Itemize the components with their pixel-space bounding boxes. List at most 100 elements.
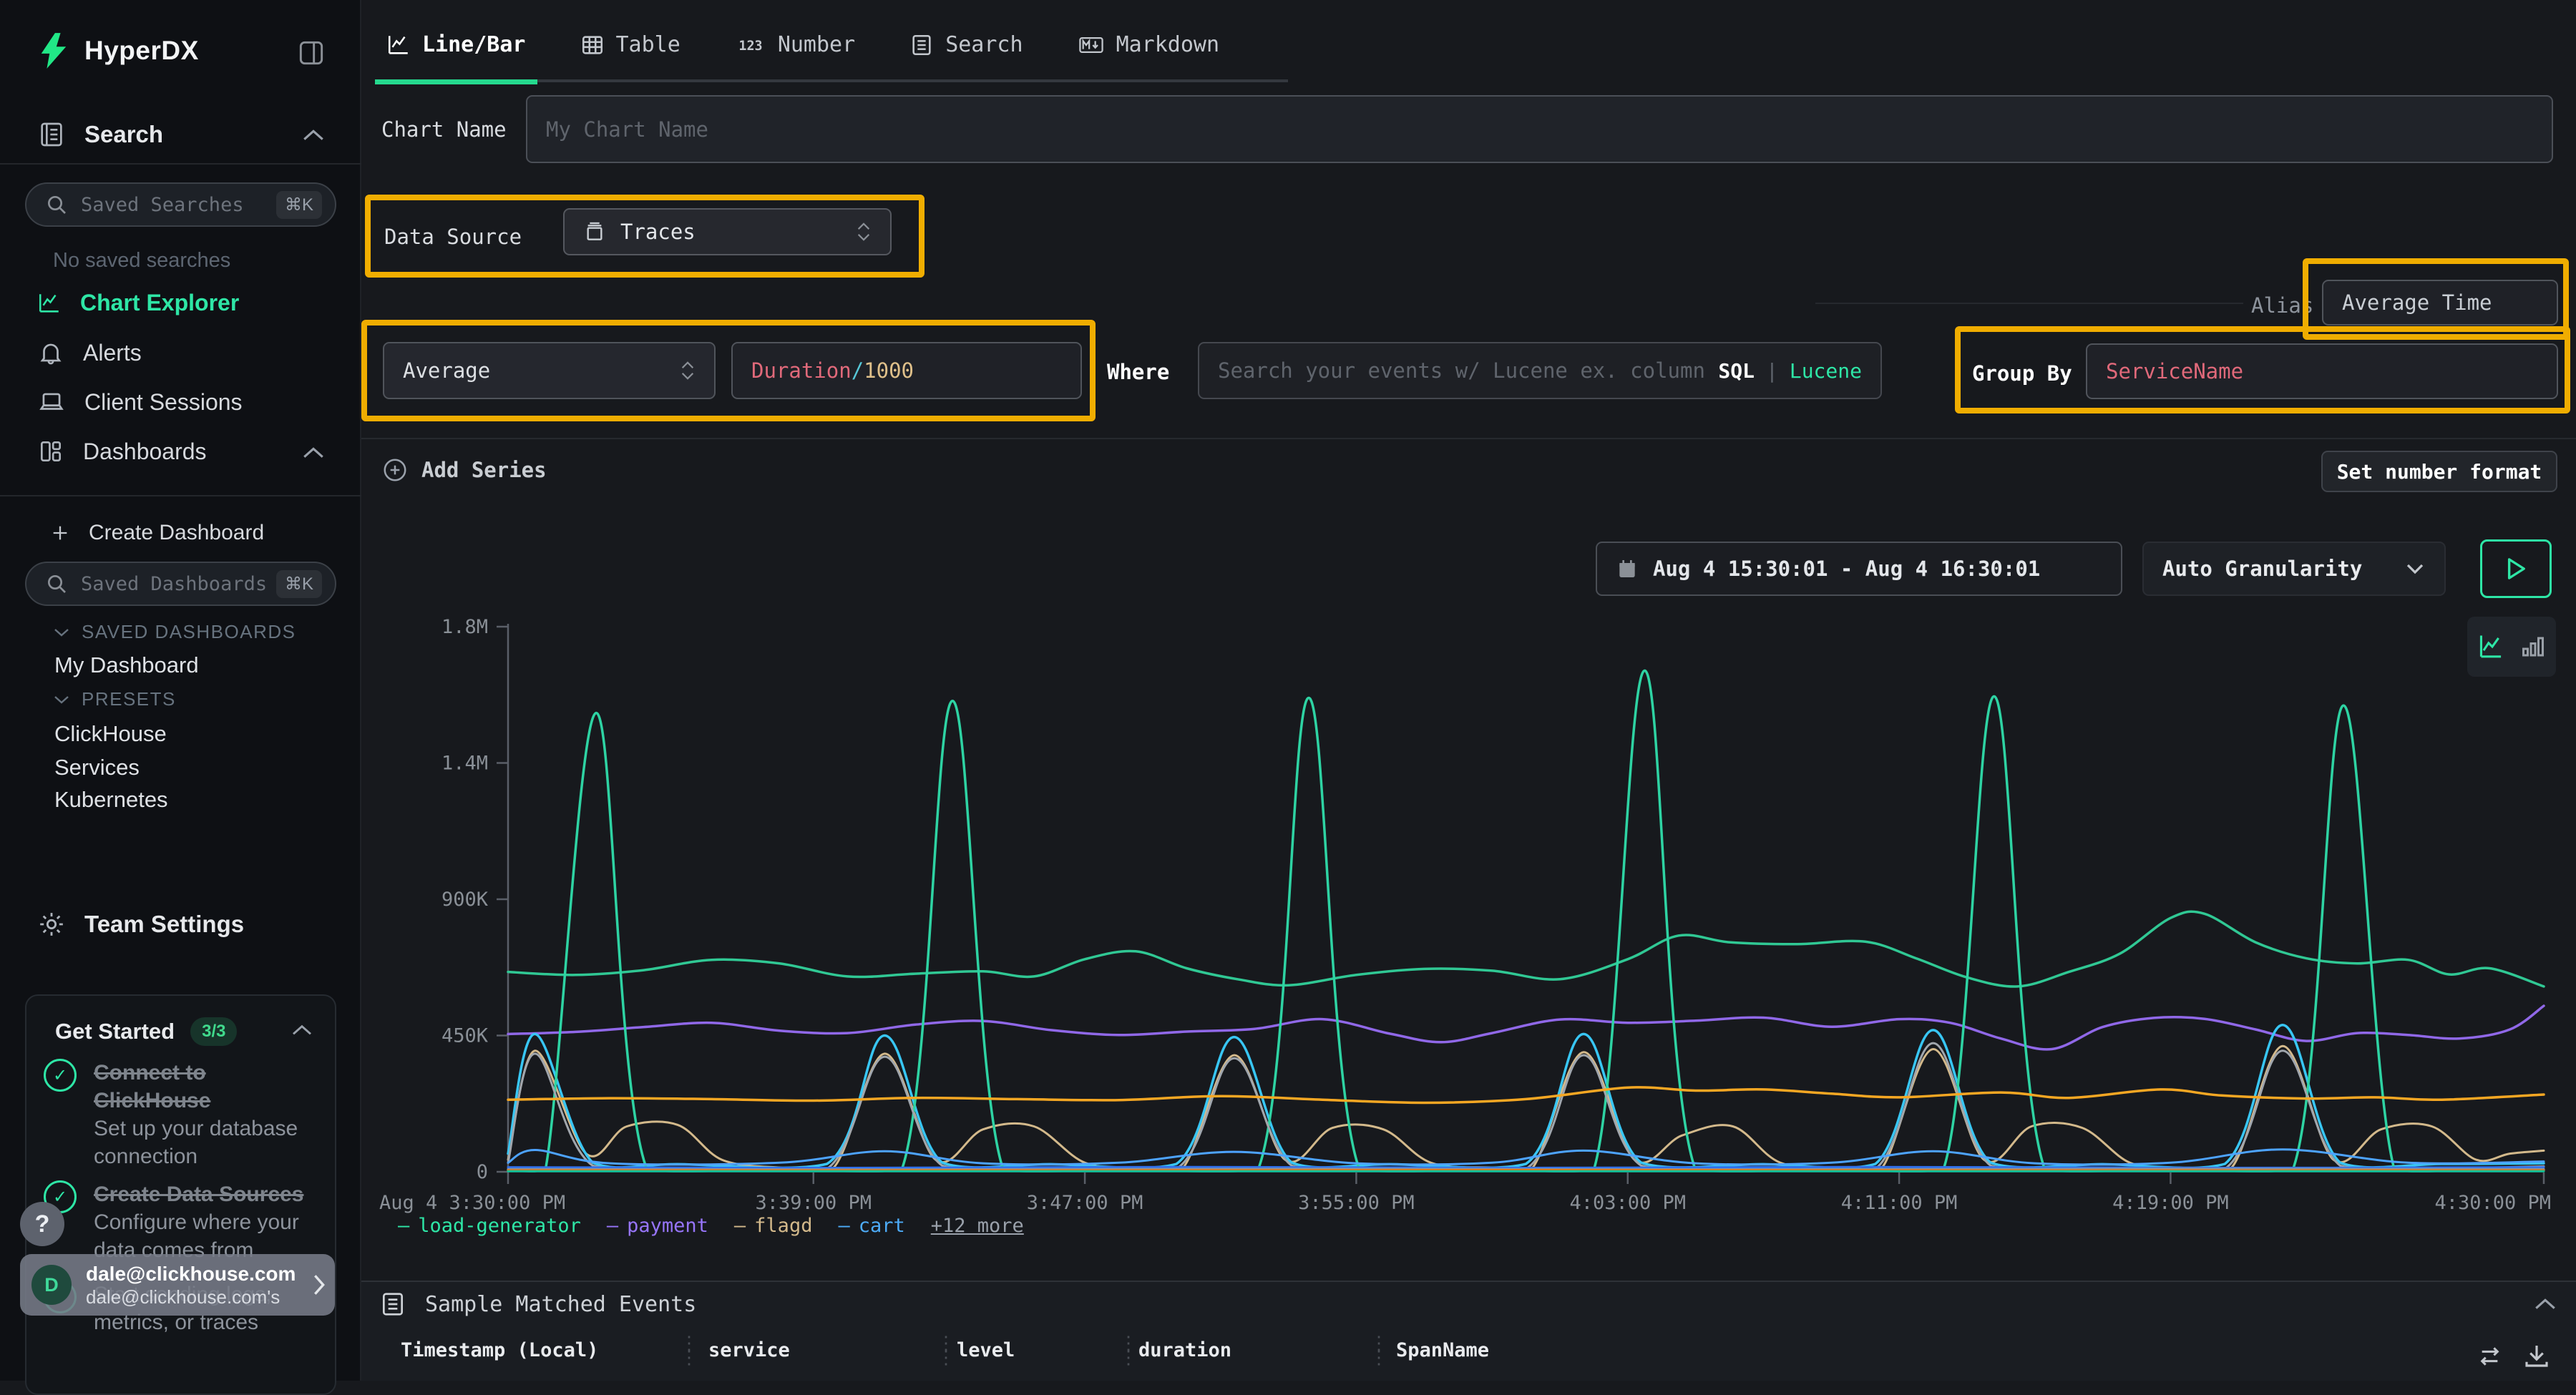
user-menu[interactable]: D dale@clickhouse.com dale@clickhouse.co… [20,1254,335,1316]
svg-text:4:11:00 PM: 4:11:00 PM [1841,1192,1958,1214]
table-format-icon[interactable] [2477,1342,2506,1371]
where-label: Where [1107,360,1169,384]
lucene-toggle[interactable]: Lucene [1790,359,1862,383]
chevron-up-icon[interactable] [2533,1296,2557,1312]
timeseries-chart[interactable]: 0450K900K1.4M1.8MAug 4 3:30:00 PM3:39:00… [358,614,2576,1216]
get-started-item[interactable]: ✓ Connect to ClickHouse Set up your data… [44,1059,308,1170]
laptop-icon [37,388,66,416]
saved-searches-search[interactable]: ⌘K [25,182,336,227]
alias-input[interactable] [2342,290,2538,315]
column-header-service[interactable]: service [708,1339,790,1361]
sidebar-item-chart-explorer[interactable]: Chart Explorer [37,290,239,316]
sidebar-item-alerts[interactable]: Alerts [37,339,142,366]
presets-header[interactable]: PRESETS [53,688,176,710]
where-field: SQL | Lucene [1198,342,1882,399]
tab-label: Search [945,32,1023,57]
search-icon [45,572,68,595]
bell-icon [37,339,64,366]
legend-item-payment[interactable]: — payment [607,1215,708,1237]
column-resize-handle[interactable]: ⋮⋮ [1370,1336,1388,1365]
legend-item-cart[interactable]: — cart [838,1215,904,1237]
legend-dash-icon: — [838,1215,849,1237]
tab-label: Number [778,32,855,57]
svg-text:4:03:00 PM: 4:03:00 PM [1569,1192,1686,1214]
chevron-up-icon[interactable] [301,127,326,143]
chevron-right-icon [310,1273,328,1297]
sidebar-item-kubernetes[interactable]: Kubernetes [54,787,168,813]
time-range-picker[interactable]: Aug 4 15:30:01 - Aug 4 16:30:01 [1596,542,2122,596]
saved-dashboards-search[interactable]: ⌘K [25,562,336,606]
column-resize-handle[interactable]: ⋮⋮ [680,1336,698,1365]
tab-line-bar[interactable]: Line/Bar [379,32,533,84]
download-icon[interactable] [2522,1341,2552,1371]
view-tabs: Line/Bar Table 123 Number Search Markdown [379,0,1267,84]
column-resize-handle[interactable]: ⋮⋮ [1119,1336,1138,1365]
chevrons-updown-icon [680,361,696,381]
legend-dash-icon: — [734,1215,746,1237]
search-section-label: Search [84,121,163,148]
legend-more-link[interactable]: +12 more [931,1215,1024,1237]
column-resize-handle[interactable]: ⋮⋮ [937,1336,955,1365]
set-number-format-button[interactable]: Set number format [2321,451,2557,492]
create-dashboard-label: Create Dashboard [89,521,264,545]
sidebar-collapse-icon[interactable] [296,37,327,69]
group-by-input[interactable] [2106,359,2538,383]
chart-legend: — load-generator — payment — flagd — cart +1… [398,1215,1024,1237]
data-source-select[interactable]: Traces [563,208,892,255]
no-saved-searches-note: No saved searches [53,249,230,273]
aggregation-select[interactable]: Average [383,342,716,399]
get-started-title: Get Started [55,1019,175,1044]
add-series-label: Add Series [421,458,547,482]
tab-table[interactable]: Table [573,32,688,84]
sidebar: HyperDX Search ⌘K No saved searches Char… [0,0,361,1381]
team-settings-label: Team Settings [84,911,244,938]
svg-text:450K: 450K [441,1025,489,1047]
box-icon [583,220,606,243]
aggregation-value: Average [403,358,490,383]
legend-item-load-generator[interactable]: — load-generator [398,1215,581,1237]
column-header-timestamp-local-[interactable]: Timestamp (Local) [401,1339,598,1361]
granularity-select[interactable]: Auto Granularity [2142,542,2446,596]
chevron-up-icon[interactable] [291,1023,313,1037]
sidebar-item-clickhouse[interactable]: ClickHouse [54,721,167,747]
saved-searches-input[interactable] [81,194,276,216]
sample-events-header[interactable]: Sample Matched Events [379,1291,696,1318]
svg-text:4:30:00 PM: 4:30:00 PM [2434,1192,2551,1214]
legend-label: flagd [754,1215,812,1237]
chart-line-icon [37,291,62,315]
column-header-level[interactable]: level [957,1339,1015,1361]
help-button[interactable]: ? [20,1202,64,1246]
gear-icon [37,910,66,939]
sidebar-item-services[interactable]: Services [54,755,140,780]
alias-field [2322,280,2558,326]
tab-markdown[interactable]: Markdown [1070,32,1227,84]
create-dashboard-button[interactable]: Create Dashboard [50,521,264,545]
get-started-item-desc: Set up your database connection [94,1115,308,1170]
get-started-item-title: Connect to ClickHouse [94,1059,308,1115]
sidebar-item-my-dashboard[interactable]: My Dashboard [54,652,199,678]
series-line [508,1043,2544,1170]
sidebar-item-client-sessions[interactable]: Client Sessions [37,388,243,416]
sidebar-section-search[interactable]: Search [37,120,163,149]
legend-item-flagd[interactable]: — flagd [734,1215,813,1237]
search-icon [45,193,68,216]
chart-name-input[interactable] [546,117,2533,142]
get-started-item[interactable]: ✓ Create Data Sources Configure where yo… [44,1180,308,1264]
field-expression-input[interactable]: Duration/1000 [731,342,1082,399]
saved-dashboards-header[interactable]: SAVED DASHBOARDS [53,621,296,643]
series-line [508,1167,2544,1168]
saved-dashboards-input[interactable] [81,573,276,595]
column-header-spanname[interactable]: SpanName [1396,1339,1489,1361]
get-started-item-title: Create Data Sources [94,1180,308,1208]
where-input[interactable] [1218,358,1708,383]
alias-label: Alias [2251,293,2313,318]
column-header-duration[interactable]: duration [1138,1339,1231,1361]
run-query-button[interactable] [2480,539,2552,598]
tab-search[interactable]: Search [902,32,1030,84]
sidebar-item-dashboards[interactable]: Dashboards [37,438,207,465]
sql-toggle[interactable]: SQL [1718,359,1755,383]
tab-number[interactable]: 123 Number [728,32,862,84]
add-series-button[interactable]: Add Series [381,456,547,484]
sidebar-item-team-settings[interactable]: Team Settings [37,910,244,939]
chevron-up-icon[interactable] [301,445,326,461]
